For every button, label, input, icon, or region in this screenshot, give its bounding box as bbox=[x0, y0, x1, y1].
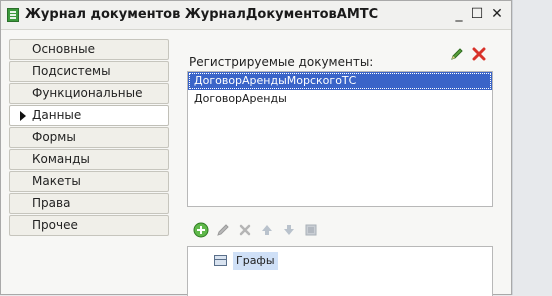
move-down-icon[interactable] bbox=[281, 222, 297, 238]
tab-data[interactable]: Данные bbox=[9, 105, 169, 126]
maximize-button[interactable]: ☐ bbox=[469, 6, 485, 22]
tab-functional-options[interactable]: Функциональные опции bbox=[9, 83, 169, 119]
tab-main[interactable]: Основные bbox=[9, 39, 169, 60]
tab-label: Формы bbox=[32, 130, 76, 144]
tab-forms[interactable]: Формы bbox=[9, 127, 169, 148]
tab-rights[interactable]: Права bbox=[9, 193, 169, 214]
tab-label: Макеты bbox=[32, 174, 81, 188]
window-title: Журнал документов ЖурналДокументовАМТС bbox=[25, 7, 379, 22]
tab-templates[interactable]: Макеты bbox=[9, 171, 169, 192]
edit-icon[interactable] bbox=[450, 47, 464, 61]
window: Журнал документов ЖурналДокументовАМТС _… bbox=[0, 0, 512, 296]
tab-other[interactable]: Прочее bbox=[9, 215, 169, 236]
tab-list: Основные Подсистемы Функциональные опции… bbox=[9, 39, 169, 237]
columns-icon bbox=[214, 255, 227, 266]
registered-docs-list[interactable]: ДоговорАрендыМорскогоТС ДоговорАренды bbox=[187, 71, 493, 207]
background-area bbox=[512, 0, 552, 295]
edit-icon[interactable] bbox=[215, 222, 231, 238]
tab-subsystems[interactable]: Подсистемы bbox=[9, 61, 169, 82]
tab-label: Прочее bbox=[32, 218, 78, 232]
data-panel: Регистрируемые документы: ДоговорАрендыМ… bbox=[179, 39, 507, 296]
minimize-button[interactable]: _ bbox=[451, 6, 467, 22]
active-arrow-icon bbox=[20, 111, 26, 121]
close-button[interactable]: ✕ bbox=[489, 6, 505, 22]
registered-docs-label: Регистрируемые документы: bbox=[189, 55, 374, 69]
columns-tree[interactable]: Графы bbox=[187, 246, 493, 296]
journal-icon bbox=[7, 8, 19, 22]
tab-label: Команды bbox=[32, 152, 90, 166]
delete-icon[interactable] bbox=[237, 222, 253, 238]
move-up-icon[interactable] bbox=[259, 222, 275, 238]
tree-item-label: Графы bbox=[233, 252, 278, 270]
delete-icon[interactable] bbox=[472, 47, 486, 61]
list-item[interactable]: ДоговорАренды bbox=[188, 90, 492, 108]
sort-icon[interactable] bbox=[303, 222, 319, 238]
tab-label: Подсистемы bbox=[32, 64, 111, 78]
list-item[interactable]: ДоговорАрендыМорскогоТС bbox=[188, 72, 492, 90]
tab-label: Основные bbox=[32, 42, 96, 56]
add-icon[interactable] bbox=[193, 222, 209, 238]
title-bar: Журнал документов ЖурналДокументовАМТС _… bbox=[1, 1, 511, 30]
tree-item[interactable]: Графы bbox=[214, 251, 278, 270]
tab-label: Права bbox=[32, 196, 71, 210]
tab-commands[interactable]: Команды bbox=[9, 149, 169, 170]
tab-label: Данные bbox=[32, 108, 82, 122]
